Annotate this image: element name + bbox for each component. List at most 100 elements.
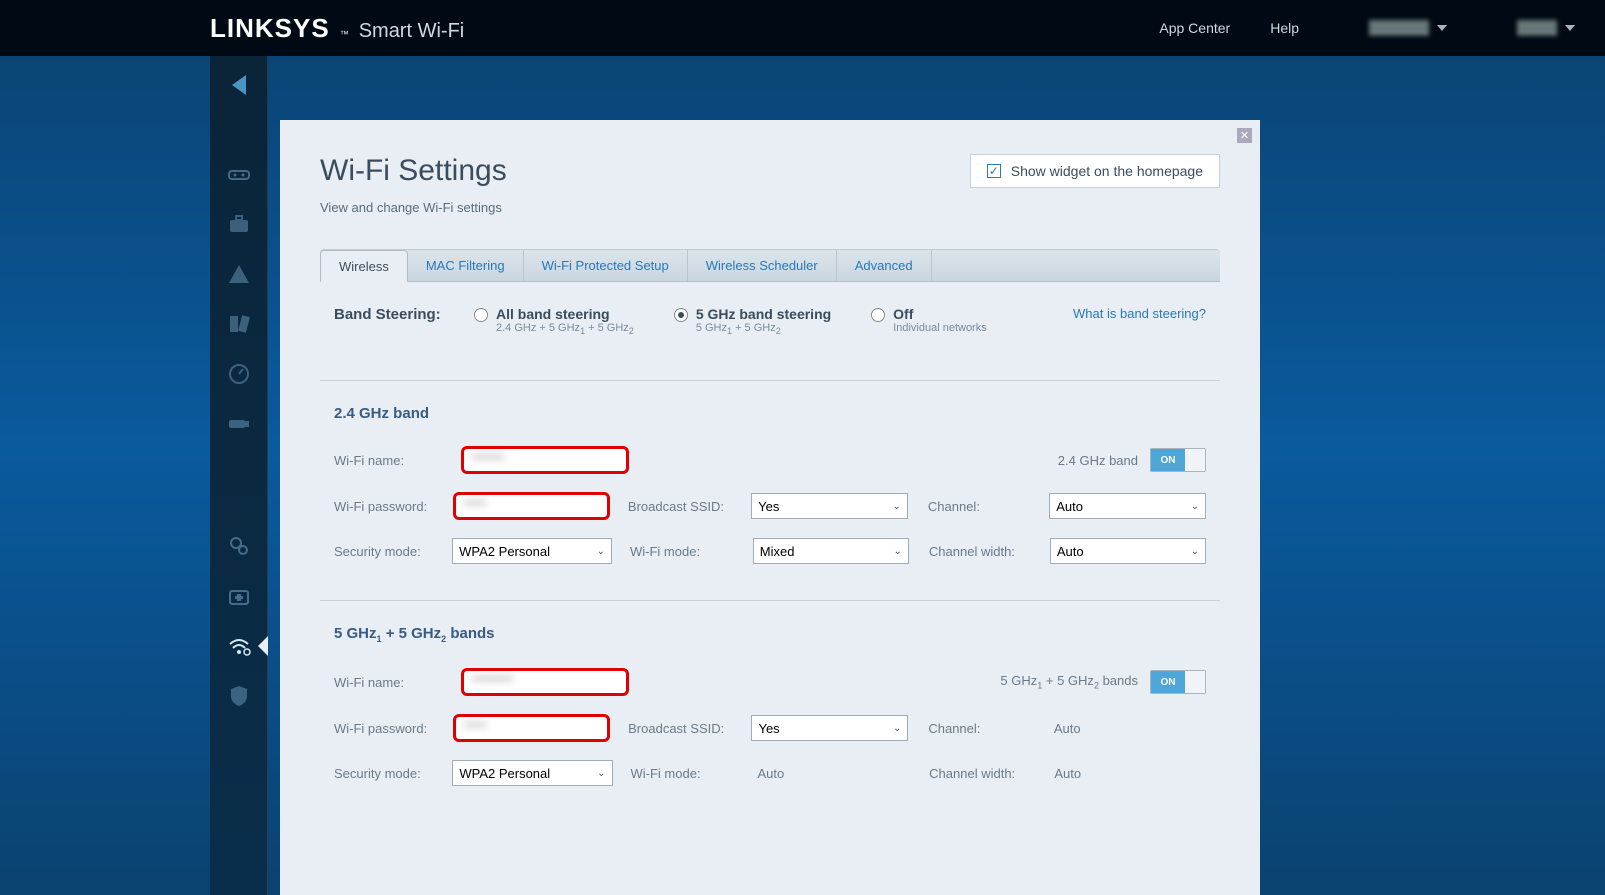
channel-select-24[interactable]: Auto⌄ bbox=[1049, 493, 1206, 519]
medkit-icon bbox=[228, 586, 250, 606]
tab-scheduler[interactable]: Wireless Scheduler bbox=[688, 250, 837, 281]
tab-wps[interactable]: Wi-Fi Protected Setup bbox=[524, 250, 688, 281]
widget-checkbox-label: Show widget on the homepage bbox=[1011, 163, 1203, 179]
radio-icon bbox=[871, 308, 885, 322]
band-5-section: 5 GHz1 + 5 GHz2 bands Wi-Fi name: ••••••… bbox=[320, 601, 1220, 822]
wifi-name-input-5[interactable]: ••••••••• bbox=[461, 668, 629, 696]
band-steering-row: Band Steering: All band steering 2.4 GHz… bbox=[320, 282, 1220, 381]
tab-mac-filtering[interactable]: MAC Filtering bbox=[408, 250, 524, 281]
band-steering-help-link[interactable]: What is band steering? bbox=[1073, 306, 1206, 321]
page-subtitle: View and change Wi-Fi settings bbox=[320, 200, 507, 215]
chevron-down-icon: ⌄ bbox=[894, 546, 902, 557]
user-name-redacted bbox=[1369, 20, 1429, 36]
band-24-toggle[interactable]: ON bbox=[1150, 448, 1206, 472]
security-mode-select-5[interactable]: WPA2 Personal⌄ bbox=[452, 760, 612, 786]
gauge-icon bbox=[228, 363, 250, 385]
sidebar bbox=[210, 56, 268, 895]
toggle-knob bbox=[1185, 449, 1205, 471]
checkbox-checked-icon: ✓ bbox=[987, 164, 1001, 178]
wifi-name-input-24[interactable]: ••••••• bbox=[461, 446, 629, 474]
sidebar-item-router[interactable] bbox=[210, 150, 267, 198]
label-channel: Channel: bbox=[928, 499, 1037, 514]
radio-off[interactable]: Off Individual networks bbox=[871, 306, 987, 334]
sidebar-back-button[interactable] bbox=[210, 56, 267, 114]
user-name-redacted-2 bbox=[1517, 20, 1557, 36]
radio-all-title: All band steering bbox=[496, 306, 634, 322]
tabs: Wireless MAC Filtering Wi-Fi Protected S… bbox=[320, 249, 1220, 282]
wifi-password-input-24[interactable]: ••••• bbox=[453, 492, 610, 520]
wifi-mode-select-24[interactable]: Mixed⌄ bbox=[753, 538, 909, 564]
band-5-title: 5 GHz1 + 5 GHz2 bands bbox=[334, 625, 1206, 644]
band-24-title: 2.4 GHz band bbox=[334, 405, 1206, 422]
radio-off-sub: Individual networks bbox=[893, 322, 987, 334]
broadcast-ssid-select-24[interactable]: Yes⌄ bbox=[751, 493, 908, 519]
sidebar-item-troubleshoot[interactable] bbox=[210, 572, 267, 620]
widget-checkbox-row[interactable]: ✓ Show widget on the homepage bbox=[970, 154, 1220, 188]
radio-checked-icon bbox=[674, 308, 688, 322]
radio-5ghz-band[interactable]: 5 GHz band steering 5 GHz1 + 5 GHz2 bbox=[674, 306, 831, 336]
radio-5-sub: 5 GHz1 + 5 GHz2 bbox=[696, 322, 831, 336]
page-title: Wi-Fi Settings bbox=[320, 154, 507, 188]
label-wifi-name: Wi-Fi name: bbox=[334, 675, 449, 690]
label-broadcast-ssid: Broadcast SSID: bbox=[628, 721, 739, 736]
label-channel-width: Channel width: bbox=[929, 544, 1038, 559]
sidebar-item-priority[interactable] bbox=[210, 300, 267, 348]
logo-text: LINKSYS bbox=[210, 13, 330, 44]
user-menu-1[interactable] bbox=[1369, 20, 1447, 36]
label-channel: Channel: bbox=[928, 721, 1037, 736]
toggle-knob bbox=[1185, 671, 1205, 693]
radio-off-title: Off bbox=[893, 306, 987, 322]
channel-width-value-5: Auto bbox=[1050, 766, 1206, 781]
shield-icon bbox=[230, 685, 248, 707]
band-24-section: 2.4 GHz band Wi-Fi name: ••••••• 2.4 GHz… bbox=[320, 381, 1220, 601]
close-icon: ✕ bbox=[1240, 129, 1249, 142]
sidebar-item-guest[interactable] bbox=[210, 200, 267, 248]
sidebar-item-security[interactable] bbox=[210, 672, 267, 720]
chevron-down-icon: ⌄ bbox=[1191, 546, 1199, 557]
label-security-mode: Security mode: bbox=[334, 544, 440, 559]
user-menu-2[interactable] bbox=[1517, 20, 1575, 36]
toggle-on-text: ON bbox=[1151, 671, 1185, 693]
broadcast-ssid-select-5[interactable]: Yes⌄ bbox=[751, 715, 908, 741]
chevron-down-icon bbox=[1565, 25, 1575, 31]
gears-icon bbox=[228, 535, 250, 557]
header-nav: App Center Help bbox=[1159, 20, 1575, 36]
logo: LINKSYS ™ Smart Wi-Fi bbox=[210, 13, 464, 44]
channel-width-select-24[interactable]: Auto⌄ bbox=[1050, 538, 1206, 564]
security-mode-select-24[interactable]: WPA2 Personal⌄ bbox=[452, 538, 612, 564]
router-icon bbox=[227, 165, 251, 183]
label-broadcast-ssid: Broadcast SSID: bbox=[628, 499, 739, 514]
sidebar-item-parental[interactable] bbox=[210, 250, 267, 298]
logo-tm: ™ bbox=[340, 29, 349, 39]
label-wifi-mode: Wi-Fi mode: bbox=[630, 544, 741, 559]
band-5-toggle[interactable]: ON bbox=[1150, 670, 1206, 694]
nav-help[interactable]: Help bbox=[1270, 20, 1299, 36]
briefcase-icon bbox=[227, 214, 251, 234]
sidebar-item-speed[interactable] bbox=[210, 350, 267, 398]
nav-app-center[interactable]: App Center bbox=[1159, 20, 1230, 36]
tab-wireless[interactable]: Wireless bbox=[320, 250, 408, 282]
settings-panel: ✕ Wi-Fi Settings View and change Wi-Fi s… bbox=[280, 120, 1260, 895]
logo-subtitle: Smart Wi-Fi bbox=[359, 20, 465, 43]
band-steering-label: Band Steering: bbox=[334, 306, 454, 323]
toggle-24-label: 2.4 GHz band bbox=[1058, 453, 1138, 468]
chevron-down-icon: ⌄ bbox=[893, 723, 901, 734]
chevron-down-icon: ⌄ bbox=[597, 768, 605, 779]
label-wifi-name: Wi-Fi name: bbox=[334, 453, 449, 468]
wifi-icon bbox=[227, 636, 251, 656]
toggle-5-label: 5 GHz1 + 5 GHz2 bands bbox=[1000, 673, 1138, 691]
media-icon bbox=[228, 313, 250, 335]
usb-icon bbox=[227, 417, 251, 431]
sidebar-item-wifi[interactable] bbox=[210, 622, 267, 670]
tab-advanced[interactable]: Advanced bbox=[837, 250, 932, 281]
chevron-down-icon: ⌄ bbox=[1191, 501, 1199, 512]
wifi-mode-value-5: Auto bbox=[753, 766, 909, 781]
chevron-down-icon: ⌄ bbox=[597, 546, 605, 557]
radio-icon bbox=[474, 308, 488, 322]
sidebar-item-storage[interactable] bbox=[210, 400, 267, 448]
close-button[interactable]: ✕ bbox=[1237, 128, 1252, 143]
radio-all-band[interactable]: All band steering 2.4 GHz + 5 GHz1 + 5 G… bbox=[474, 306, 634, 336]
sidebar-item-connectivity[interactable] bbox=[210, 522, 267, 570]
toggle-on-text: ON bbox=[1151, 449, 1185, 471]
wifi-password-input-5[interactable]: ••••• bbox=[453, 714, 610, 742]
